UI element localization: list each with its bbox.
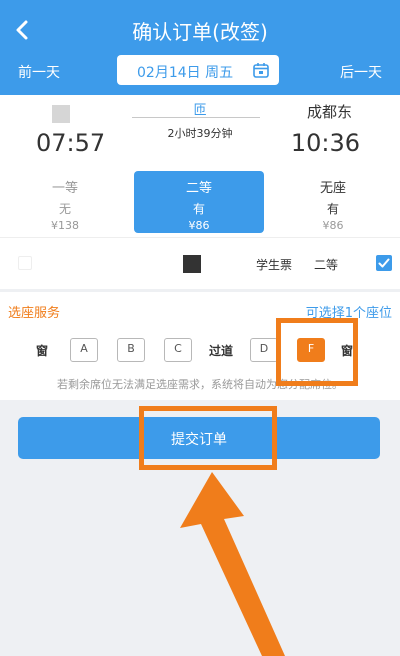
highlight-box-seat	[276, 318, 358, 386]
header-bar: 确认订单(改签) 前一天 02月14日 周五 后一天	[0, 0, 400, 95]
seat-c-button[interactable]: C	[164, 336, 192, 362]
seat-availability: 有	[326, 202, 339, 216]
arrival-station: 成都东	[306, 103, 352, 121]
date-selector[interactable]: 02月14日 周五	[117, 55, 279, 85]
seat-class-name: 无座	[319, 181, 346, 196]
trip-info: 07:57 匝 2小时39分钟 成都东 10:36	[0, 95, 400, 165]
window-label-left: 窗	[36, 344, 49, 358]
seat-a-button[interactable]: A	[70, 336, 98, 362]
seat-price: ¥86	[322, 219, 344, 232]
seat-letter: D	[259, 342, 269, 355]
arrival-time: 10:36	[290, 129, 360, 157]
seat-d-button[interactable]: D	[250, 336, 278, 362]
seat-class-name: 二等	[185, 181, 212, 196]
seat-class-first[interactable]: 一等 无 ¥138	[0, 171, 130, 233]
seat-letter: A	[80, 342, 88, 355]
passenger-checkbox[interactable]	[376, 255, 392, 271]
seat-class-name: 一等	[51, 181, 78, 196]
seat-class-standing[interactable]: 无座 有 ¥86	[268, 171, 398, 233]
ticket-type: 学生票	[256, 258, 293, 272]
seat-letter: B	[127, 342, 135, 355]
seat-b-button[interactable]: B	[117, 336, 145, 362]
route-line	[132, 117, 260, 118]
date-label: 02月14日 周五	[137, 65, 234, 81]
seat-availability: 有	[192, 202, 205, 216]
passenger-name-redacted	[18, 256, 32, 270]
prev-day-button[interactable]: 前一天	[18, 62, 60, 82]
service-title: 选座服务	[8, 306, 61, 321]
seat-price: ¥86	[188, 219, 210, 232]
passenger-row: 学生票 二等	[0, 237, 400, 289]
passenger-id-redacted	[183, 255, 201, 273]
next-day-button[interactable]: 后一天	[340, 62, 382, 82]
calendar-icon	[253, 63, 269, 78]
highlight-box-submit	[139, 406, 277, 470]
seat-class-second[interactable]: 二等 有 ¥86	[134, 171, 264, 233]
seat-class-options: 一等 无 ¥138 二等 有 ¥86 无座 有 ¥86	[0, 165, 400, 237]
aisle-label: 过道	[209, 344, 234, 358]
page-title: 确认订单(改签)	[132, 20, 268, 44]
passenger-seat-class: 二等	[314, 258, 339, 272]
seat-letter: C	[174, 342, 182, 355]
seat-availability: 无	[58, 202, 71, 216]
seat-price: ¥138	[51, 219, 79, 232]
